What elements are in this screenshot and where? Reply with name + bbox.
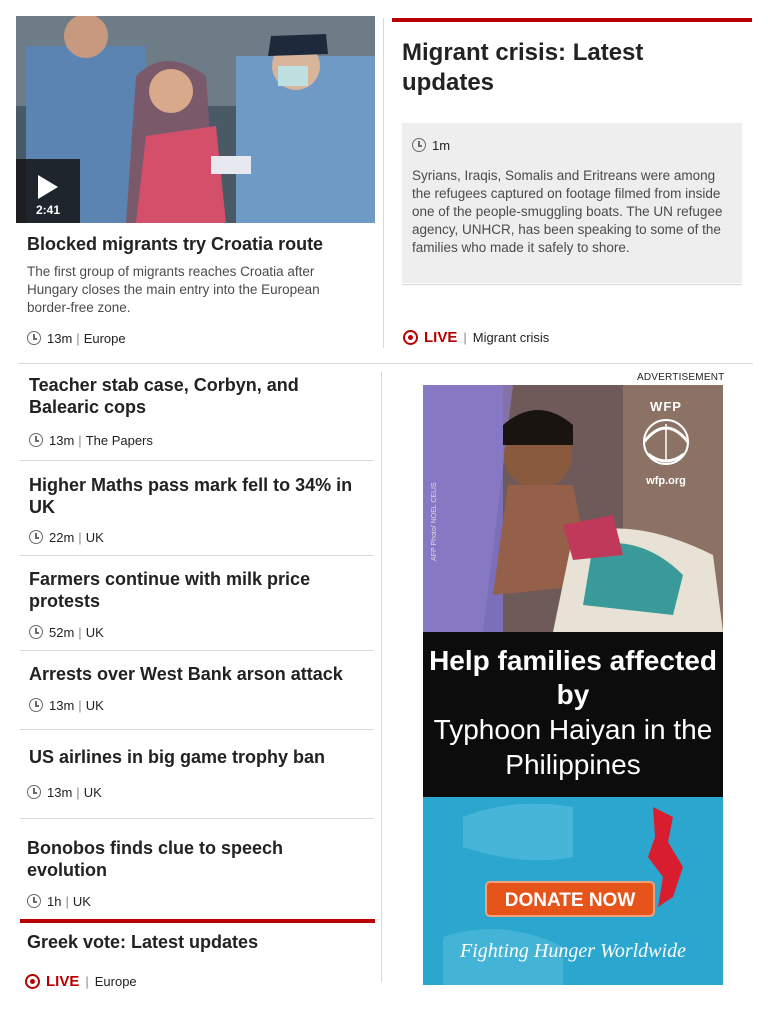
story-meta: 1h | UK (27, 893, 91, 909)
story-section-link[interactable]: UK (86, 625, 104, 640)
update-text: Syrians, Iraqis, Somalis and Eritreans w… (412, 168, 723, 255)
story-meta: 22m | UK (29, 529, 104, 545)
clock-icon (29, 433, 43, 447)
clock-icon (29, 530, 43, 544)
wfp-logo-text: WFP (650, 399, 682, 414)
clock-icon (27, 785, 41, 799)
live-indicator-icon (25, 974, 40, 989)
clock-icon (27, 331, 41, 345)
story-headline[interactable]: Teacher stab case, Corbyn, and Balearic … (29, 374, 349, 418)
live-row: LIVE | Europe (25, 973, 137, 990)
meta-separator: | (78, 697, 82, 713)
story-section-link[interactable]: UK (73, 894, 91, 909)
story-meta: 13m | Europe (27, 330, 126, 346)
story-time: 52m (49, 624, 75, 640)
story-section-link[interactable]: The Papers (86, 433, 153, 448)
meta-separator: | (65, 893, 69, 909)
clock-icon (412, 138, 426, 152)
meta-separator: | (78, 529, 82, 545)
meta-separator: | (76, 784, 80, 800)
live-accent-bar (20, 919, 375, 923)
live-label: LIVE (424, 329, 458, 346)
story-time: 13m (47, 330, 73, 346)
update-divider (402, 284, 742, 285)
meta-separator: | (85, 974, 89, 989)
column-divider (381, 372, 382, 982)
list-divider (20, 555, 373, 556)
update-meta: 1m (412, 137, 450, 153)
ad-photo: WFP wfp.org AFP Photo/ NOEL CELIS (423, 385, 723, 632)
story-time: 22m (49, 529, 75, 545)
list-divider (20, 818, 373, 819)
meta-separator: | (463, 330, 467, 345)
section-divider (18, 363, 753, 364)
story-time: 1h (47, 893, 62, 909)
live-feature-title[interactable]: Greek vote: Latest updates (27, 931, 367, 953)
story-time: 13m (49, 432, 75, 448)
list-divider (20, 729, 373, 730)
story-time: 13m (47, 784, 73, 800)
ad-headline-block: Help families affected by Typhoon Haiyan… (423, 632, 723, 797)
story-meta: 13m | The Papers (29, 432, 153, 448)
meta-separator: | (78, 624, 82, 640)
donate-now-button[interactable]: DONATE NOW (485, 881, 655, 917)
story-meta: 13m | UK (27, 784, 102, 800)
live-section-link[interactable]: Migrant crisis (473, 330, 550, 345)
ad-headline-bold: Help families affected by (429, 645, 717, 710)
story-time: 13m (49, 697, 75, 713)
story-section-link[interactable]: UK (86, 698, 104, 713)
ad-tagline: Fighting Hunger Worldwide (460, 940, 686, 962)
story-section-link[interactable]: Europe (84, 331, 126, 346)
wfp-url: wfp.org (646, 475, 686, 487)
story-summary: The first group of migrants reaches Croa… (27, 264, 320, 315)
ad-cta-block: DONATE NOW Fighting Hunger Worldwide (423, 797, 723, 985)
live-accent-bar (392, 18, 752, 22)
list-divider (20, 650, 373, 651)
ad-banner[interactable]: WFP wfp.org AFP Photo/ NOEL CELIS Help f… (423, 385, 723, 985)
meta-separator: | (76, 330, 80, 346)
video-duration: 2:41 (35, 203, 61, 217)
story-headline[interactable]: Blocked migrants try Croatia route (27, 233, 367, 255)
play-icon (38, 175, 58, 199)
clock-icon (27, 894, 41, 908)
live-indicator-icon (403, 330, 418, 345)
update-time: 1m (432, 137, 451, 153)
story-headline[interactable]: US airlines in big game trophy ban (29, 746, 369, 768)
story-headline[interactable]: Higher Maths pass mark fell to 34% in UK (29, 474, 369, 518)
story-headline[interactable]: Arrests over West Bank arson attack (29, 663, 369, 685)
video-play-button[interactable]: 2:41 (16, 159, 80, 223)
wfp-emblem-icon (642, 419, 690, 465)
live-row: LIVE | Migrant crisis (403, 329, 549, 346)
story-headline[interactable]: Farmers continue with milk price protest… (29, 568, 349, 612)
list-divider (20, 460, 373, 461)
story-section-link[interactable]: UK (86, 530, 104, 545)
live-label: LIVE (46, 973, 80, 990)
clock-icon (29, 625, 43, 639)
live-feature-title[interactable]: Migrant crisis: Latest updates (402, 38, 732, 98)
ad-headline-regular: Typhoon Haiyan in the Philippines (433, 714, 713, 780)
live-section-link[interactable]: Europe (95, 974, 137, 989)
meta-separator: | (78, 432, 82, 448)
story-section-link[interactable]: UK (84, 785, 102, 800)
story-headline[interactable]: Bonobos finds clue to speech evolution (27, 837, 347, 881)
column-divider (383, 18, 384, 348)
advertisement-label: ADVERTISEMENT (637, 372, 725, 383)
photo-credit: AFP Photo/ NOEL CELIS (431, 482, 438, 561)
clock-icon (29, 698, 43, 712)
live-update-box[interactable]: 1m Syrians, Iraqis, Somalis and Eritrean… (402, 123, 742, 283)
wfp-logo: WFP wfp.org (625, 399, 707, 487)
story-meta: 52m | UK (29, 624, 104, 640)
story-meta: 13m | UK (29, 697, 104, 713)
